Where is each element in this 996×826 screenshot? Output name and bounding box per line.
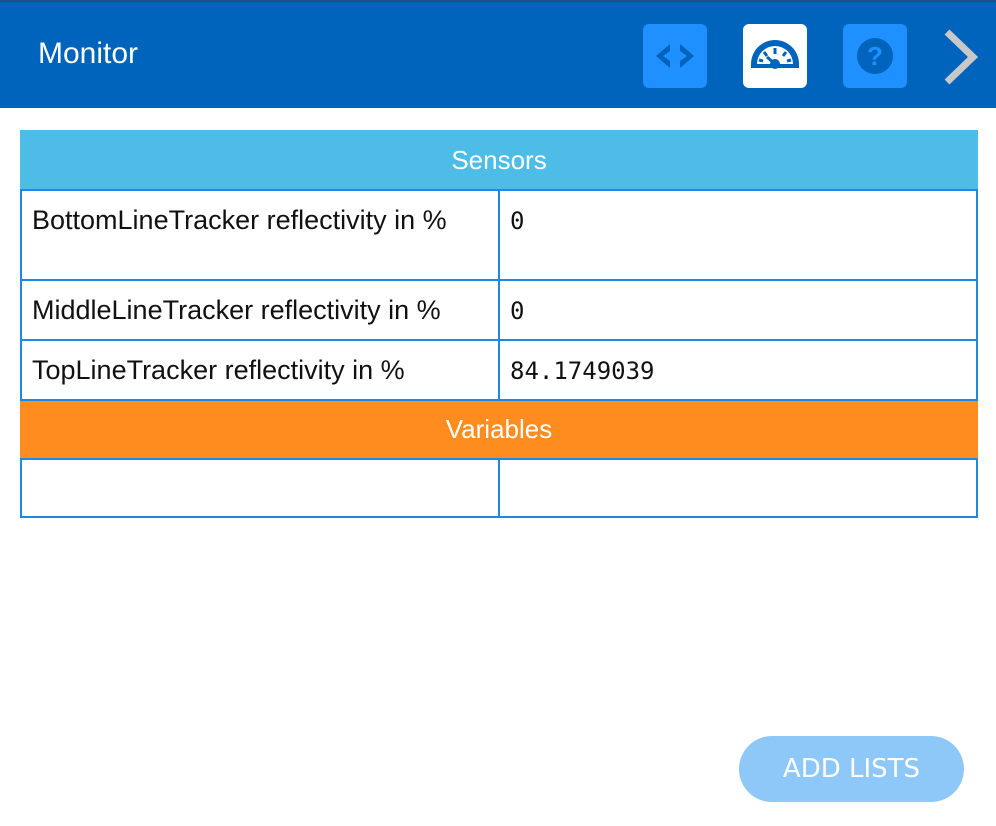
add-lists-button[interactable]: ADD LISTS bbox=[739, 736, 964, 802]
sensor-value: 0 bbox=[497, 189, 979, 281]
chevron-right-icon bbox=[944, 29, 979, 85]
gauge-icon bbox=[751, 40, 799, 69]
table-row: TopLineTracker reflectivity in % 84.1749… bbox=[20, 339, 979, 401]
sensor-label: BottomLineTracker reflectivity in % bbox=[20, 189, 500, 281]
variables-header: Variables bbox=[19, 399, 979, 460]
code-view-button[interactable] bbox=[643, 24, 707, 88]
table-row: BottomLineTracker reflectivity in % 0 bbox=[20, 189, 979, 281]
sensor-label: TopLineTracker reflectivity in % bbox=[20, 339, 500, 401]
sensor-label: MiddleLineTracker reflectivity in % bbox=[20, 279, 500, 341]
variable-label bbox=[20, 458, 500, 518]
help-icon: ? bbox=[857, 38, 893, 74]
code-icon bbox=[656, 44, 694, 68]
sensors-header: Sensors bbox=[19, 130, 979, 191]
sensor-value: 84.1749039 bbox=[497, 339, 979, 401]
table-row bbox=[20, 458, 979, 518]
svg-text:?: ? bbox=[867, 41, 883, 71]
top-bar: Monitor ? bbox=[0, 0, 996, 108]
table-row: MiddleLineTracker reflectivity in % 0 bbox=[20, 279, 979, 341]
monitor-button[interactable] bbox=[743, 24, 807, 88]
sensor-value: 0 bbox=[497, 279, 979, 341]
help-button[interactable]: ? bbox=[843, 24, 907, 88]
variable-value bbox=[497, 458, 979, 518]
monitor-table: Sensors BottomLineTracker reflectivity i… bbox=[19, 130, 979, 518]
page-title: Monitor bbox=[38, 37, 139, 70]
next-button[interactable] bbox=[935, 22, 987, 92]
